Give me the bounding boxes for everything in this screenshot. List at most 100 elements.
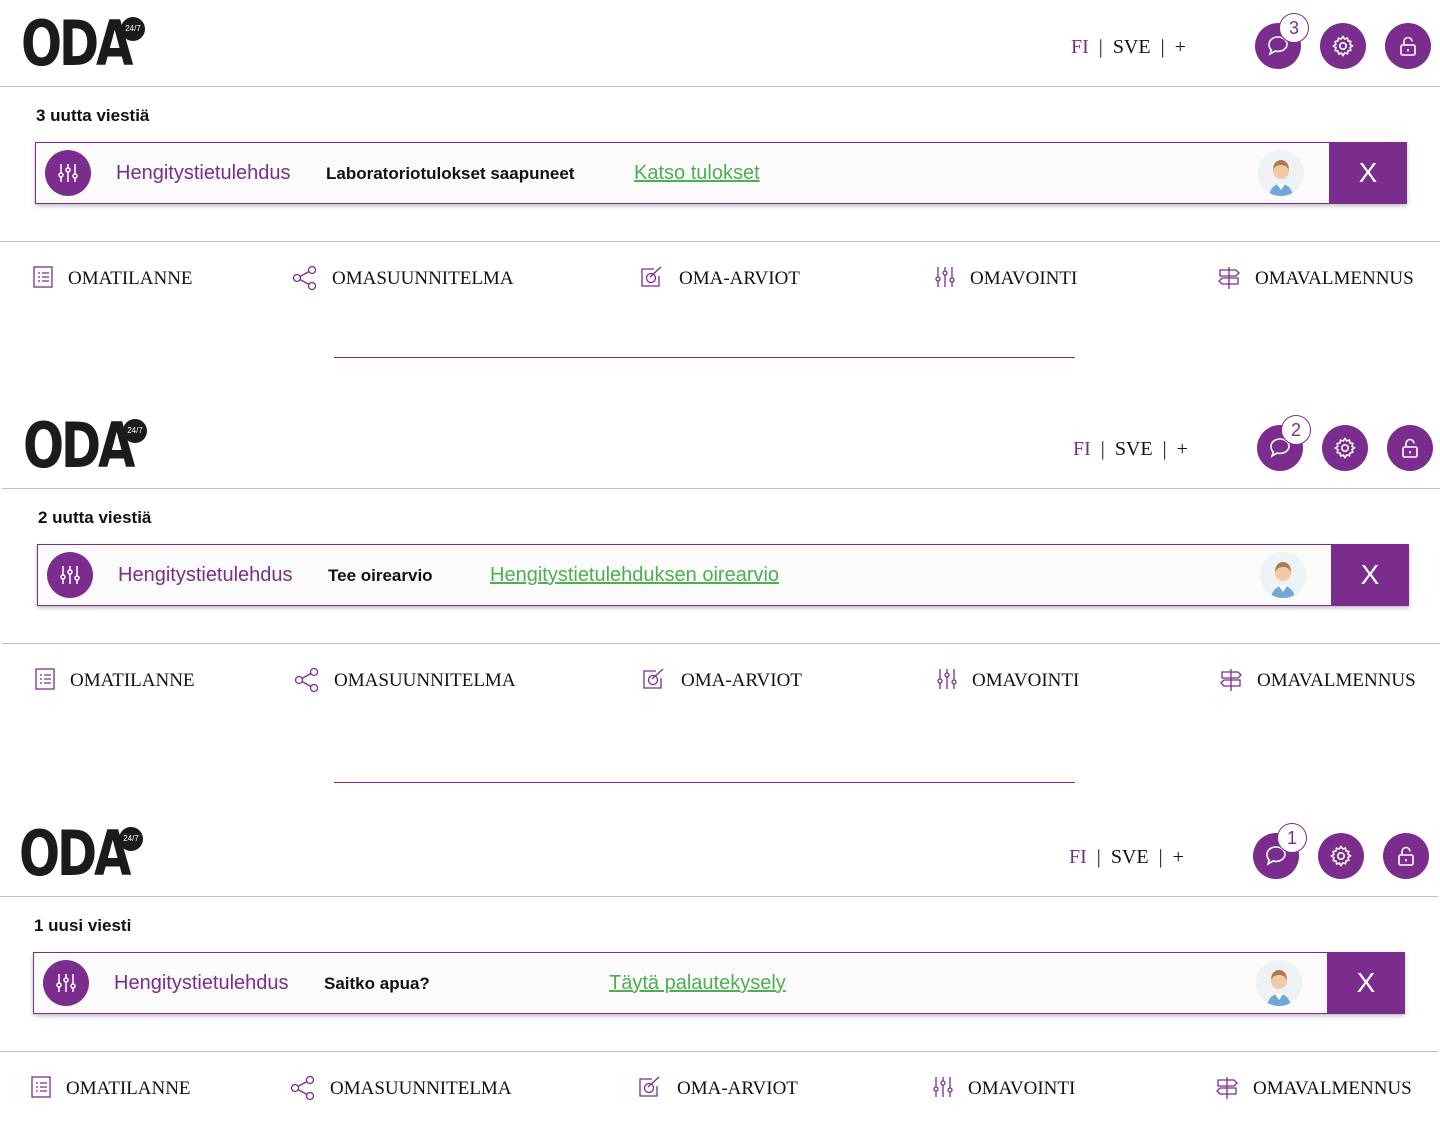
nav-item-label: OMA-ARVIOT	[679, 268, 800, 289]
lang-separator: |	[1158, 846, 1163, 868]
lang-sve[interactable]: SVE	[1111, 846, 1149, 868]
logout-button[interactable]	[1383, 833, 1429, 879]
share-icon	[294, 667, 319, 693]
check-square-icon	[641, 266, 662, 287]
settings-button[interactable]	[1320, 23, 1366, 69]
header: ODA 24/7 FI | SVE | + 1	[0, 810, 1438, 897]
oda-logo[interactable]: ODA 24/7	[23, 415, 163, 477]
doctor-avatar	[1260, 552, 1306, 598]
language-switcher: FI | SVE | +	[1069, 846, 1184, 869]
lang-separator: |	[1096, 846, 1101, 868]
logo-badge: 24/7	[123, 419, 147, 443]
check-square-icon	[639, 1076, 660, 1097]
sliders-icon	[937, 669, 957, 689]
notification-card: Hengitystietulehdus Laboratoriotulokset …	[35, 142, 1407, 204]
notification-title: Saitko apua?	[324, 974, 430, 993]
list-icon	[31, 1076, 51, 1098]
sliders-icon	[935, 267, 955, 287]
notification-title: Laboratoriotulokset saapuneet	[326, 164, 575, 183]
nav-item-label: OMASUUNNITELMA	[334, 670, 516, 691]
panel-1: ODA 24/7 FI | SVE | + 3 3 uutta viestiä Heng…	[0, 0, 1440, 330]
nav-item-label: OMATILANNE	[66, 1078, 191, 1099]
check-square-icon	[643, 668, 664, 689]
lang-fi[interactable]: FI	[1071, 36, 1089, 58]
section-divider	[334, 357, 1075, 358]
share-icon	[292, 265, 317, 291]
nav-item-label: OMAVOINTI	[968, 1078, 1076, 1099]
unlock-icon	[1402, 438, 1418, 458]
logo-text: ODA	[19, 817, 131, 890]
signpost-icon	[1216, 1077, 1238, 1099]
lang-more[interactable]: +	[1177, 438, 1188, 460]
oda-logo[interactable]: ODA 24/7	[21, 7, 161, 80]
lang-fi[interactable]: FI	[1073, 438, 1091, 460]
nav-item-label: OMAVOINTI	[970, 268, 1078, 289]
panel-3: ODA 24/7 FI | SVE | + 1 1 uusi viesti Hengit…	[0, 810, 1440, 1140]
notification-category: Hengitystietulehdus	[114, 972, 289, 994]
doctor-avatar	[1258, 150, 1304, 196]
nav-item-label: OMA-ARVIOT	[677, 1078, 798, 1099]
doctor-avatar	[1256, 960, 1302, 1006]
nav-item-label: OMAVALMENNUS	[1257, 670, 1416, 691]
notification-title: Tee oirearvio	[328, 566, 433, 585]
sliders-icon	[58, 164, 78, 182]
language-switcher: FI | SVE | +	[1071, 36, 1186, 59]
oda-logo[interactable]: ODA 24/7	[19, 817, 159, 890]
sliders-icon	[933, 1077, 953, 1097]
lang-separator: |	[1162, 438, 1167, 460]
notification-link[interactable]: Katso tulokset	[634, 162, 760, 185]
nav-item-label: OMATILANNE	[70, 670, 195, 691]
nav-item-label: OMAVALMENNUS	[1253, 1078, 1412, 1099]
notification-link[interactable]: Täytä palautekysely	[609, 972, 786, 995]
notification-category-icon	[47, 552, 93, 598]
close-notification-button[interactable]: X	[1331, 544, 1409, 606]
logo-text: ODA	[21, 7, 133, 80]
lang-more[interactable]: +	[1173, 846, 1184, 868]
lang-fi[interactable]: FI	[1069, 846, 1087, 868]
gear-icon	[1334, 437, 1356, 459]
gear-icon	[1332, 35, 1354, 57]
section-divider	[334, 782, 1075, 783]
header: ODA 24/7 FI | SVE | + 3	[0, 0, 1440, 87]
nav-separator	[2, 643, 1440, 644]
nav-item-label: OMASUUNNITELMA	[330, 1078, 512, 1099]
new-messages-count: 3 uutta viestiä	[36, 106, 150, 125]
logo-badge: 24/7	[119, 827, 143, 851]
notification-link[interactable]: Hengitystietulehduksen oirearvio	[490, 564, 779, 587]
message-count-badge: 1	[1277, 823, 1307, 853]
list-icon	[33, 266, 53, 288]
nav-item-label: OMA-ARVIOT	[681, 670, 802, 691]
unlock-icon	[1398, 846, 1414, 866]
header: ODA 24/7 FI | SVE | + 2	[2, 402, 1440, 489]
gear-icon	[1330, 845, 1352, 867]
nav-item-label: OMASUUNNITELMA	[332, 268, 514, 289]
close-notification-button[interactable]: X	[1329, 142, 1407, 204]
sliders-icon	[56, 974, 76, 992]
logout-button[interactable]	[1387, 425, 1433, 471]
lang-separator: |	[1100, 438, 1105, 460]
panel-2: ODA 24/7 FI | SVE | + 2 2 uutta viestiä Heng…	[0, 402, 1440, 732]
lang-separator: |	[1098, 36, 1103, 58]
language-switcher: FI | SVE | +	[1073, 438, 1188, 461]
message-count-badge: 2	[1281, 415, 1311, 445]
signpost-icon	[1220, 669, 1242, 691]
notification-category: Hengitystietulehdus	[116, 162, 291, 184]
lang-more[interactable]: +	[1175, 36, 1186, 58]
settings-button[interactable]	[1322, 425, 1368, 471]
logo-badge: 24/7	[121, 17, 145, 41]
doctor-avatar-icon	[1256, 960, 1302, 1006]
sliders-icon	[60, 566, 80, 584]
close-notification-button[interactable]: X	[1327, 952, 1405, 1014]
notification-card: Hengitystietulehdus Saitko apua? Täytä p…	[33, 952, 1405, 1014]
logout-button[interactable]	[1385, 23, 1431, 69]
share-icon	[290, 1075, 315, 1101]
lang-sve[interactable]: SVE	[1113, 36, 1151, 58]
notification-card: Hengitystietulehdus Tee oirearvio Hengit…	[37, 544, 1409, 606]
new-messages-count: 2 uutta viestiä	[38, 508, 152, 527]
settings-button[interactable]	[1318, 833, 1364, 879]
notification-category: Hengitystietulehdus	[118, 564, 293, 586]
signpost-icon	[1218, 267, 1240, 289]
nav-separator	[0, 241, 1440, 242]
lang-sve[interactable]: SVE	[1115, 438, 1153, 460]
message-count-badge: 3	[1279, 13, 1309, 43]
